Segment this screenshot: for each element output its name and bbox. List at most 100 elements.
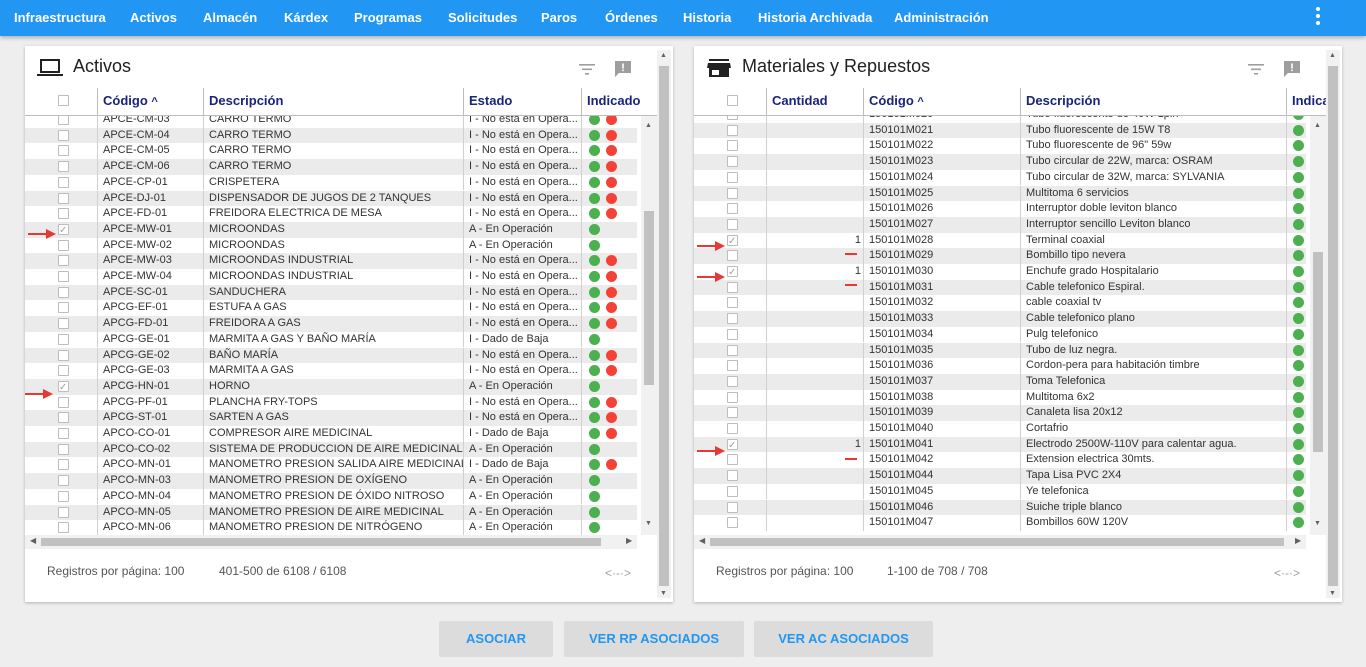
table-row[interactable]: 150101M033 Cable telefonico plano	[694, 311, 1306, 327]
row-checkbox[interactable]	[727, 454, 738, 466]
table-row[interactable]: 150101M042 Extension electrica 30mts.	[694, 452, 1306, 469]
nav-item-solicitudes[interactable]: Solicitudes	[448, 0, 517, 36]
scroll-up-icon[interactable]: ▲	[1329, 52, 1336, 60]
row-checkbox[interactable]	[727, 360, 738, 372]
table-row[interactable]: APCE-SC-01 SANDUCHERA I - No está en Opera…	[25, 284, 637, 301]
cantidad-cell[interactable]	[766, 499, 863, 516]
nav-item-historia-archivada[interactable]: Historia Archivada	[758, 0, 872, 36]
nav-item-programas[interactable]: Programas	[354, 0, 422, 36]
table-row[interactable]: APCE-CM-03 CARRO TERMO I - No está en Oper…	[25, 116, 637, 128]
pagination-nav-icon[interactable]: <·-·>	[1274, 566, 1300, 580]
table-row[interactable]: 150101M024 Tubo circular de 32W, marca: S…	[694, 169, 1306, 186]
table-row[interactable]: APCG-PF-01 PLANCHA FRY-TOPS I - No está en…	[25, 394, 637, 411]
row-checkbox[interactable]	[58, 208, 69, 220]
column-header-indicado[interactable]: Indicado	[1286, 88, 1326, 116]
row-checkbox[interactable]	[727, 485, 738, 497]
table-row[interactable]: 150101M021 Tubo fluorescente de 15W T8	[694, 122, 1306, 139]
row-checkbox[interactable]	[727, 470, 738, 482]
grid-horizontal-scrollbar[interactable]: ◀ ▶	[694, 535, 1306, 549]
scrollbar-thumb[interactable]	[659, 66, 669, 586]
scrollbar-thumb[interactable]	[644, 211, 654, 385]
column-header-descripcion[interactable]: Descripción	[1020, 88, 1286, 116]
cantidad-cell[interactable]	[766, 169, 863, 186]
pagination-nav-icon[interactable]: <·-·>	[605, 566, 631, 580]
cantidad-cell[interactable]: 1	[766, 436, 863, 453]
row-checkbox[interactable]	[58, 522, 69, 534]
cantidad-cell[interactable]	[766, 405, 863, 421]
table-row[interactable]: 150101M039 Canaleta lisa 20x12	[694, 405, 1306, 421]
cantidad-cell[interactable]	[766, 326, 863, 343]
table-row[interactable]: APCO-CO-02 SISTEMA DE PRODUCCION DE AIRE …	[25, 441, 637, 458]
row-checkbox[interactable]	[727, 501, 738, 513]
scroll-left-icon[interactable]: ◀	[30, 536, 36, 545]
more-vert-icon[interactable]	[1308, 6, 1328, 28]
table-row[interactable]: APCO-MN-01 MANOMETRO PRESION SALIDA AIRE …	[25, 457, 637, 474]
scrollbar-thumb[interactable]	[1313, 252, 1323, 452]
scroll-right-icon[interactable]: ▶	[626, 536, 632, 545]
row-checkbox[interactable]	[727, 156, 738, 168]
asociar-button[interactable]: ASOCIAR	[439, 621, 553, 657]
row-checkbox[interactable]	[727, 344, 738, 356]
scroll-down-icon[interactable]: ▼	[645, 520, 652, 527]
row-checkbox[interactable]	[58, 286, 69, 298]
cantidad-cell[interactable]: 1	[766, 232, 863, 249]
table-row[interactable]: APCE-CM-05 CARRO TERMO I - No está en Oper…	[25, 143, 637, 160]
ver-rp-asociados-button[interactable]: VER RP ASOCIADOS	[564, 621, 744, 657]
nav-item-historia[interactable]: Historia	[683, 0, 731, 36]
table-row[interactable]: 150101M047 Bombillos 60W 120V	[694, 515, 1306, 531]
row-checkbox[interactable]	[58, 129, 69, 141]
table-row[interactable]: APCO-MN-04 MANOMETRO PRESION DE ÓXIDO NIT…	[25, 488, 637, 505]
nav-item-kardex[interactable]: Kárdex	[284, 0, 328, 36]
table-row[interactable]: APCE-FD-01 FREIDORA ELECTRICA DE MESA I - …	[25, 206, 637, 222]
table-row[interactable]: 150101M027 Interruptor sencillo Leviton b…	[694, 216, 1306, 233]
row-checkbox[interactable]	[58, 116, 69, 125]
row-checkbox[interactable]	[727, 328, 738, 340]
row-checkbox[interactable]	[58, 145, 69, 157]
row-checkbox[interactable]	[58, 318, 69, 330]
table-row[interactable]: 150101M023 Tubo circular de 22W, marca: O…	[694, 154, 1306, 170]
table-row[interactable]: 150101M034 Pulg telefonico	[694, 326, 1306, 343]
table-row[interactable]: 1150101M030Enchufe grado Hospitalario	[694, 264, 1306, 280]
column-header-codigo[interactable]: Código ^	[97, 88, 203, 116]
grid-vertical-scrollbar[interactable]: ▲ ▼	[641, 116, 657, 535]
grid-horizontal-scrollbar[interactable]: ◀ ▶	[25, 535, 637, 549]
table-row[interactable]: APCO-CO-01 COMPRESOR AIRE MEDICINAL I - Da…	[25, 426, 637, 442]
scroll-up-icon[interactable]: ▲	[660, 52, 667, 60]
row-checkbox[interactable]	[727, 218, 738, 230]
nav-item-ordenes[interactable]: Órdenes	[605, 0, 658, 36]
row-checkbox[interactable]	[58, 475, 69, 487]
row-checkbox[interactable]	[727, 234, 738, 248]
filter-icon[interactable]	[578, 60, 596, 78]
row-checkbox[interactable]	[727, 313, 738, 325]
cantidad-cell[interactable]	[766, 122, 863, 139]
row-checkbox[interactable]	[727, 375, 738, 387]
cantidad-cell[interactable]	[766, 279, 863, 296]
table-row[interactable]: 150101M029 Bombillo tipo nevera	[694, 248, 1306, 264]
row-checkbox[interactable]	[58, 506, 69, 518]
scroll-up-icon[interactable]: ▲	[1314, 122, 1321, 129]
table-row[interactable]: APCE-CM-06 CARRO TERMO I - No está en Oper…	[25, 159, 637, 175]
row-checkbox[interactable]	[58, 255, 69, 267]
cantidad-cell[interactable]	[766, 248, 863, 264]
scroll-up-icon[interactable]: ▲	[645, 122, 652, 129]
table-row[interactable]: 150101M031 Cable telefonico Espiral.	[694, 279, 1306, 296]
table-row[interactable]: 150101M036 Cordon-pera para habitación ti…	[694, 358, 1306, 374]
row-checkbox[interactable]	[58, 490, 69, 502]
column-header-estado[interactable]: Estado	[463, 88, 581, 116]
cantidad-cell[interactable]	[766, 201, 863, 217]
row-checkbox[interactable]	[58, 459, 69, 471]
row-checkbox[interactable]	[727, 140, 738, 152]
comment-alert-icon[interactable]	[1283, 60, 1301, 78]
row-checkbox[interactable]	[727, 438, 738, 452]
row-checkbox[interactable]	[727, 187, 738, 199]
cantidad-cell[interactable]	[766, 483, 863, 500]
nav-item-paros[interactable]: Paros	[541, 0, 577, 36]
table-row[interactable]: 150101M022 Tubo fluorescente de 96" 59w	[694, 138, 1306, 155]
row-checkbox[interactable]	[58, 380, 69, 395]
cantidad-cell[interactable]	[766, 116, 863, 123]
table-row[interactable]: APCE-DJ-01 DISPENSADOR DE JUGOS DE 2 TANQ…	[25, 190, 637, 207]
table-row[interactable]: 1150101M028Terminal coaxial	[694, 232, 1306, 249]
row-checkbox[interactable]	[727, 391, 738, 403]
cantidad-cell[interactable]	[766, 295, 863, 312]
table-row[interactable]: APCE-CM-04 CARRO TERMO I - No está en Oper…	[25, 127, 637, 144]
